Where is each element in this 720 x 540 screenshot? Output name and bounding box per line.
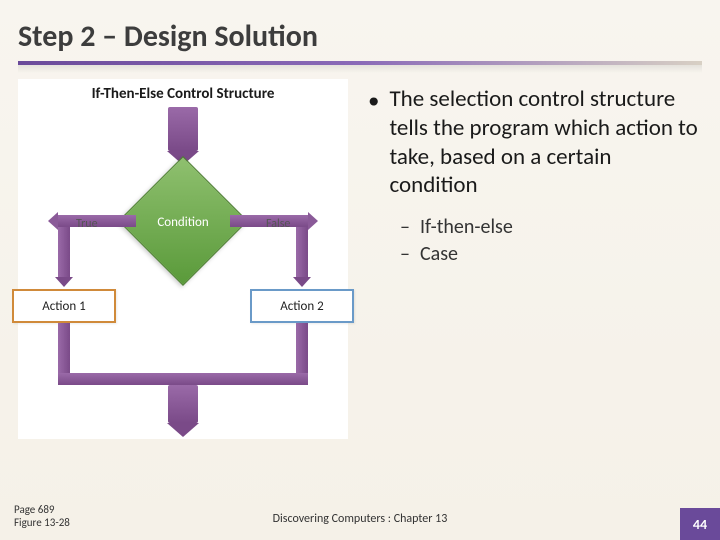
main-bullet: • The selection control structure tells … [368,85,702,200]
sub-bullet-2: – Case [400,241,702,268]
line-from-action2 [296,323,308,379]
footer-center-text: Discovering Computers : Chapter 13 [0,512,720,526]
action2-box: Action 2 [250,289,354,323]
diagram-heading: If-Then-Else Control Structure [18,85,348,103]
dash-icon: – [400,214,410,241]
flowchart-diagram: If-Then-Else Control Structure Condition… [18,79,348,439]
line-merge [58,373,308,385]
slide-number: 44 [680,508,720,540]
bullet-dot-icon: • [368,87,379,200]
arrow-top [168,107,198,151]
line-to-action2 [296,227,308,277]
true-label: True [76,217,98,231]
content-row: If-Then-Else Control Structure Condition… [0,73,720,439]
dash-icon: – [400,241,410,268]
line-to-action1 [58,227,70,277]
text-column: • The selection control structure tells … [368,79,702,439]
title-underline-shadow [18,65,702,73]
sub-bullet-2-text: Case [420,241,458,268]
sub-bullet-1: – If-then-else [400,214,702,241]
false-label: False [266,217,290,231]
sub-bullet-1-text: If-then-else [420,214,513,241]
slide-title: Step 2 – Design Solution [0,0,720,61]
action1-box: Action 1 [12,289,116,323]
main-bullet-text: The selection control structure tells th… [389,85,702,200]
arrow-exit [168,385,198,423]
line-from-action1 [58,323,70,379]
